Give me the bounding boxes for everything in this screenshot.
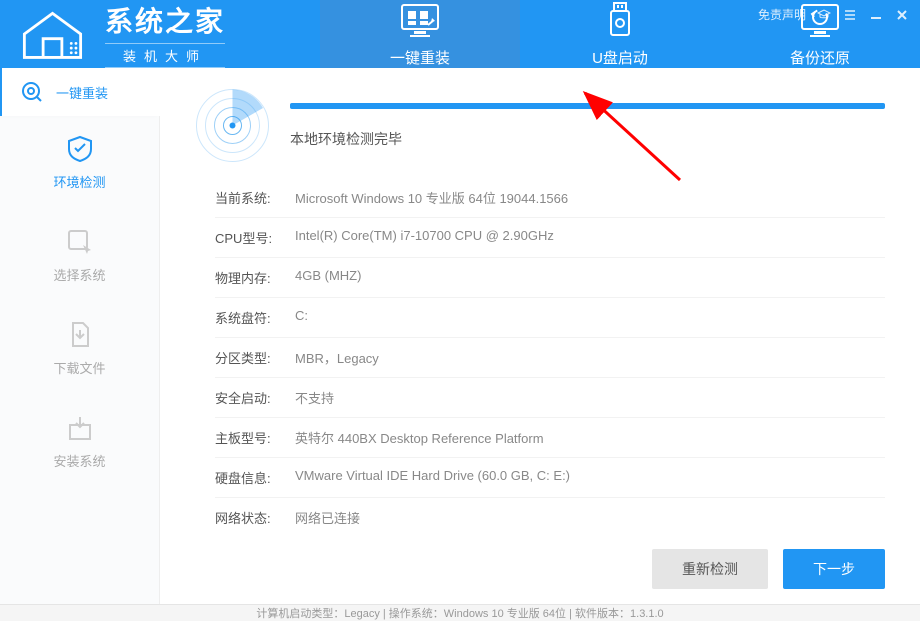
usb-drive-icon — [598, 1, 642, 39]
nav-usb-boot[interactable]: U盘启动 — [520, 0, 720, 68]
info-row-drive: 系统盘符:C: — [215, 298, 885, 338]
sidebar: 一键重装 环境检测 选择系统 下载文件 安装系统 — [0, 68, 160, 604]
graduation-icon[interactable] — [816, 7, 832, 23]
install-box-icon — [65, 413, 95, 443]
sidebar-item-select-system[interactable]: 选择系统 — [0, 209, 159, 302]
header: 系统之家 装机大师 一键重装 — [0, 0, 920, 68]
sidebar-env-label: 环境检测 — [53, 172, 105, 191]
window-controls: 免责声明 — [758, 6, 910, 23]
logo-subtitle: 装机大师 — [105, 43, 225, 68]
info-row-secureboot: 安全启动:不支持 — [215, 378, 885, 418]
detect-status-text: 本地环境检测完毕 — [290, 129, 885, 149]
sidebar-item-env-check[interactable]: 环境检测 — [0, 116, 159, 209]
info-row-cpu: CPU型号:Intel(R) Core(TM) i7-10700 CPU @ 2… — [215, 218, 885, 258]
radar-icon — [195, 88, 270, 163]
main-panel: 本地环境检测完毕 当前系统:Microsoft Windows 10 专业版 6… — [160, 68, 920, 604]
info-row-partition: 分区类型:MBR，Legacy — [215, 338, 885, 378]
menu-icon[interactable] — [842, 7, 858, 23]
minimize-icon[interactable] — [868, 7, 884, 23]
disclaimer-link[interactable]: 免责声明 — [758, 6, 806, 23]
nav-reinstall-label: 一键重装 — [390, 47, 450, 68]
body: 一键重装 环境检测 选择系统 下载文件 安装系统 — [0, 68, 920, 604]
info-row-memory: 物理内存:4GB (MHZ) — [215, 258, 885, 298]
monitor-reinstall-icon — [398, 1, 442, 39]
sidebar-select-label: 选择系统 — [53, 265, 105, 284]
app-window: 系统之家 装机大师 一键重装 — [0, 0, 920, 580]
sidebar-download-label: 下载文件 — [53, 358, 105, 377]
action-buttons: 重新检测 下一步 — [195, 549, 885, 589]
target-icon — [20, 80, 44, 104]
shield-check-icon — [65, 134, 95, 164]
next-button[interactable]: 下一步 — [783, 549, 885, 589]
info-row-os: 当前系统:Microsoft Windows 10 专业版 64位 19044.… — [215, 178, 885, 218]
redetect-button[interactable]: 重新检测 — [652, 549, 768, 589]
nav-usb-label: U盘启动 — [592, 47, 648, 68]
progress-bar — [290, 103, 885, 109]
nav-reinstall[interactable]: 一键重装 — [320, 0, 520, 68]
download-file-icon — [65, 320, 95, 350]
progress-fill — [290, 103, 885, 109]
info-row-network: 网络状态:网络已连接 — [215, 498, 885, 537]
info-row-disk: 硬盘信息:VMware Virtual IDE Hard Drive (60.0… — [215, 458, 885, 498]
logo-title: 系统之家 — [105, 0, 225, 40]
sidebar-item-download[interactable]: 下载文件 — [0, 302, 159, 395]
progress-area: 本地环境检测完毕 — [290, 103, 885, 149]
select-icon — [65, 227, 95, 257]
logo: 系统之家 装机大师 — [0, 0, 320, 68]
info-row-motherboard: 主板型号:英特尔 440BX Desktop Reference Platfor… — [215, 418, 885, 458]
sidebar-item-install[interactable]: 安装系统 — [0, 395, 159, 488]
house-logo-icon — [15, 4, 90, 64]
sidebar-install-label: 安装系统 — [53, 451, 105, 470]
sidebar-reinstall-label: 一键重装 — [56, 83, 108, 102]
close-icon[interactable] — [894, 7, 910, 23]
system-info-list: 当前系统:Microsoft Windows 10 专业版 64位 19044.… — [195, 178, 885, 537]
nav-backup-label: 备份还原 — [790, 47, 850, 68]
logo-text: 系统之家 装机大师 — [105, 0, 225, 68]
footer-status: 计算机启动类型：Legacy | 操作系统：Windows 10 专业版 64位… — [0, 604, 920, 621]
detect-header: 本地环境检测完毕 — [195, 88, 885, 163]
sidebar-item-reinstall[interactable]: 一键重装 — [0, 68, 159, 116]
